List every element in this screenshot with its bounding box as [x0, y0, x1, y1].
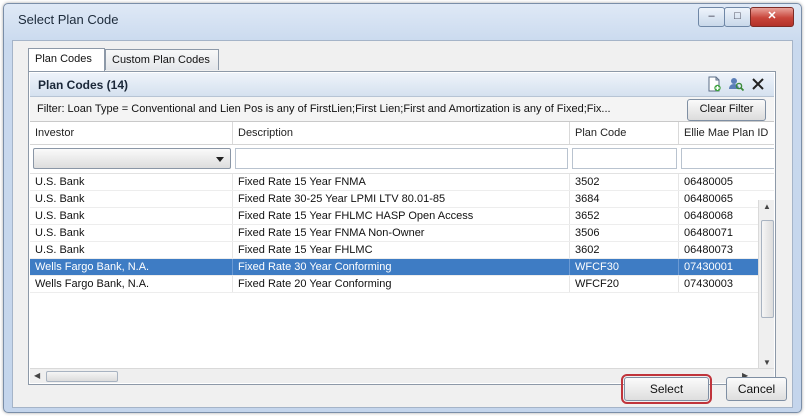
- scroll-down-icon[interactable]: ▼: [763, 358, 771, 367]
- cancel-button[interactable]: Cancel: [726, 377, 787, 401]
- column-header-plan-id[interactable]: Ellie Mae Plan ID: [679, 122, 774, 144]
- minimize-button[interactable]: –: [698, 7, 725, 27]
- plan-codes-panel: Plan Codes (14) Filter: Loan Type = Conv…: [28, 71, 776, 385]
- cell-plan-code: 3502: [570, 174, 679, 190]
- search-user-icon[interactable]: [728, 76, 745, 92]
- cell-description: Fixed Rate 20 Year Conforming: [233, 276, 570, 292]
- cell-investor: U.S. Bank: [30, 174, 233, 190]
- table-row[interactable]: U.S. Bank Fixed Rate 15 Year FHLMC 3602 …: [30, 242, 774, 259]
- title-bar[interactable]: Select Plan Code – □ ✕: [4, 4, 801, 34]
- table-row[interactable]: Wells Fargo Bank, N.A. Fixed Rate 20 Yea…: [30, 276, 774, 293]
- select-plan-code-dialog: Select Plan Code – □ ✕ Plan Codes Custom…: [3, 3, 802, 413]
- clear-filter-button[interactable]: Clear Filter: [687, 99, 766, 121]
- dialog-title: Select Plan Code: [18, 12, 119, 27]
- horizontal-scroll-thumb[interactable]: [46, 371, 118, 382]
- select-button[interactable]: Select: [621, 374, 712, 404]
- cell-description: Fixed Rate 15 Year FNMA: [233, 174, 570, 190]
- tab-plan-codes[interactable]: Plan Codes: [28, 48, 105, 71]
- table-row[interactable]: U.S. Bank Fixed Rate 30-25 Year LPMI LTV…: [30, 191, 774, 208]
- cell-plan-code: WFCF30: [570, 259, 679, 275]
- cell-investor: Wells Fargo Bank, N.A.: [30, 259, 233, 275]
- grid-header: Investor Description Plan Code Ellie Mae…: [30, 122, 774, 145]
- cell-description: Fixed Rate 15 Year FHLMC HASP Open Acces…: [233, 208, 570, 224]
- investor-filter-dropdown[interactable]: [33, 148, 231, 169]
- cell-plan-code: 3602: [570, 242, 679, 258]
- cell-plan-code: 3652: [570, 208, 679, 224]
- scroll-left-icon[interactable]: ◀: [34, 371, 40, 380]
- cell-plan-code: 3684: [570, 191, 679, 207]
- grid-rows: U.S. Bank Fixed Rate 15 Year FNMA 3502 0…: [30, 174, 774, 293]
- panel-title: Plan Codes (14): [38, 78, 129, 92]
- cell-description: Fixed Rate 15 Year FNMA Non-Owner: [233, 225, 570, 241]
- cell-investor: Wells Fargo Bank, N.A.: [30, 276, 233, 292]
- column-header-investor[interactable]: Investor: [30, 122, 233, 144]
- column-header-description[interactable]: Description: [233, 122, 570, 144]
- tab-custom-plan-codes[interactable]: Custom Plan Codes: [105, 49, 219, 70]
- panel-toolbar: [706, 76, 766, 92]
- cell-plan-id: 06480005: [679, 174, 774, 190]
- cell-plan-code: 3506: [570, 225, 679, 241]
- scroll-up-icon[interactable]: ▲: [763, 202, 771, 211]
- plan-id-filter-input[interactable]: [681, 148, 774, 169]
- vertical-scrollbar[interactable]: ▲ ▼: [758, 200, 774, 372]
- panel-header: Plan Codes (14): [30, 73, 774, 97]
- chevron-down-icon: [216, 157, 224, 162]
- table-row[interactable]: U.S. Bank Fixed Rate 15 Year FNMA Non-Ow…: [30, 225, 774, 242]
- plan-code-filter-input[interactable]: [572, 148, 677, 169]
- close-window-button[interactable]: ✕: [750, 7, 794, 27]
- cell-description: Fixed Rate 30-25 Year LPMI LTV 80.01-85: [233, 191, 570, 207]
- cell-plan-code: WFCF20: [570, 276, 679, 292]
- new-document-icon[interactable]: [706, 76, 722, 92]
- column-header-plan-code[interactable]: Plan Code: [570, 122, 679, 144]
- cell-investor: U.S. Bank: [30, 225, 233, 241]
- dialog-body: Plan Codes Custom Plan Codes Plan Codes …: [12, 40, 793, 408]
- close-icon[interactable]: [750, 76, 766, 92]
- filter-text: Filter: Loan Type = Conventional and Lie…: [37, 103, 611, 115]
- cell-description: Fixed Rate 15 Year FHLMC: [233, 242, 570, 258]
- cell-investor: U.S. Bank: [30, 208, 233, 224]
- cell-investor: U.S. Bank: [30, 191, 233, 207]
- filter-bar: Filter: Loan Type = Conventional and Lie…: [30, 97, 774, 122]
- table-row[interactable]: U.S. Bank Fixed Rate 15 Year FHLMC HASP …: [30, 208, 774, 225]
- plan-codes-grid: Investor Description Plan Code Ellie Mae…: [30, 122, 774, 383]
- cell-description: Fixed Rate 30 Year Conforming: [233, 259, 570, 275]
- description-filter-input[interactable]: [235, 148, 568, 169]
- filter-row: [30, 145, 774, 174]
- maximize-button[interactable]: □: [724, 7, 751, 27]
- table-row[interactable]: U.S. Bank Fixed Rate 15 Year FNMA 3502 0…: [30, 174, 774, 191]
- cell-investor: U.S. Bank: [30, 242, 233, 258]
- table-row-selected[interactable]: Wells Fargo Bank, N.A. Fixed Rate 30 Yea…: [30, 259, 774, 276]
- vertical-scroll-thumb[interactable]: [761, 220, 774, 318]
